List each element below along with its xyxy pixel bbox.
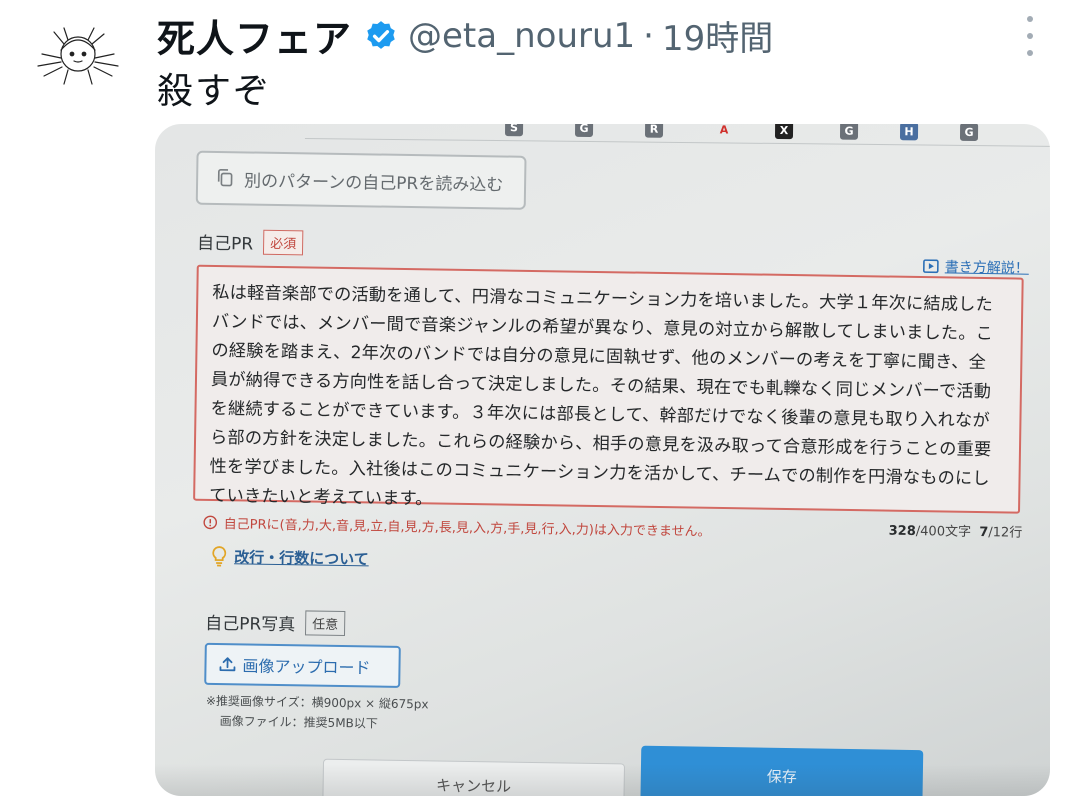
- image-upload-label: 画像アップロード: [242, 656, 371, 678]
- more-vertical-icon: [1027, 16, 1033, 22]
- char-line-counter: 328/400文字 7/12行: [889, 520, 1023, 541]
- load-other-pattern-button[interactable]: 別のパターンの自己PRを読み込む: [195, 150, 527, 210]
- howto-link-label: 書き方解説！: [944, 259, 1029, 277]
- photo-content: S G R A X G H G 別のパターンの自己PRを読み込む 自己PR 必須: [155, 124, 1050, 796]
- pr-field-label-row: 自己PR 必須: [196, 229, 304, 256]
- line-limit: /12行: [988, 525, 1023, 541]
- avatar[interactable]: [24, 10, 132, 96]
- user-handle[interactable]: @eta_nouru1: [408, 16, 635, 56]
- tips-link-label: 改行・行数について: [234, 547, 369, 568]
- required-badge: 必須: [263, 229, 304, 256]
- tweet-header: 死人フェア @eta_nouru1 · 19時間: [157, 8, 773, 63]
- image-file-note: 画像ファイル：推奨5MB以下: [219, 714, 378, 731]
- self-pr-text: 私は軽音楽部での活動を通して、円滑なコミュニケーション力を培いました。大学１年次…: [209, 282, 994, 510]
- save-button[interactable]: 保存: [640, 745, 924, 796]
- cancel-button[interactable]: キャンセル: [322, 758, 626, 796]
- separator-dot: ·: [643, 15, 654, 56]
- web-form-screen: 別のパターンの自己PRを読み込む 自己PR 必須 書き方解説！ 私は軽音楽部での…: [155, 124, 1050, 796]
- photo-field-label: 自己PR写真: [204, 613, 296, 636]
- line-break-tips-link[interactable]: 改行・行数について: [210, 545, 369, 569]
- avatar-sketch-icon: [37, 27, 119, 85]
- copy-icon: [217, 168, 233, 187]
- line-count: 7: [979, 524, 989, 541]
- more-options-button[interactable]: [1018, 16, 1042, 56]
- attached-photo[interactable]: S G R A X G H G 別のパターンの自己PRを読み込む 自己PR 必須: [155, 124, 1050, 796]
- verified-badge-icon: [367, 20, 395, 49]
- load-other-pattern-label: 別のパターンの自己PRを読み込む: [243, 170, 504, 195]
- error-icon: [203, 515, 218, 530]
- howto-link[interactable]: 書き方解説！: [922, 256, 1029, 278]
- image-upload-button[interactable]: 画像アップロード: [204, 642, 401, 688]
- char-limit: /400文字: [915, 524, 972, 540]
- upload-icon: [219, 657, 236, 672]
- video-play-icon: [922, 259, 939, 274]
- optional-badge: 任意: [305, 610, 346, 637]
- display-name[interactable]: 死人フェア: [157, 8, 352, 63]
- pr-field-label: 自己PR: [196, 233, 254, 255]
- post-time[interactable]: 19時間: [662, 11, 773, 60]
- image-requirements-note: ※推奨画像サイズ：横900px × 縦675px 画像ファイル：推奨5MB以下: [205, 691, 429, 734]
- lightbulb-icon: [212, 546, 227, 567]
- char-count: 328: [888, 523, 916, 539]
- self-pr-textarea[interactable]: 私は軽音楽部での活動を通して、円滑なコミュニケーション力を培いました。大学１年次…: [193, 264, 1024, 514]
- photo-field-label-row: 自己PR写真 任意: [204, 609, 346, 637]
- tweet-text: 殺すぞ: [157, 71, 272, 112]
